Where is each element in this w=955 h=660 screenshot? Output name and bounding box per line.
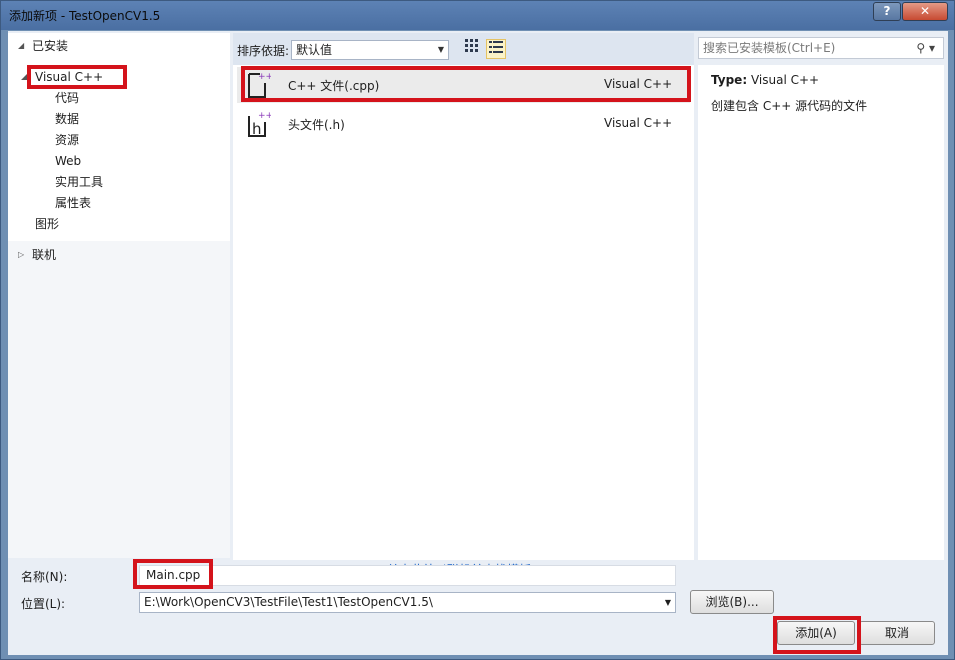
template-language: Visual C++ (604, 116, 673, 130)
template-type: Type: Visual C++ (711, 73, 819, 87)
dropdown-arrow-icon: ▼ (437, 45, 444, 54)
tree-item-label: Visual C++ (35, 70, 104, 84)
expand-triangle-icon[interactable]: ▷ (18, 245, 24, 265)
tree-item-property-sheet[interactable]: 属性表 (55, 193, 91, 213)
tree-item-code[interactable]: 代码 (55, 88, 79, 108)
category-tree: ◢ 已安装 ◢ Visual C++ 代码 数据 资源 Web 实用工具 属性表… (8, 33, 230, 558)
template-details-panel: Type: Visual C++ 创建包含 C++ 源代码的文件 (698, 65, 944, 560)
title-bar: 添加新项 - TestOpenCV1.5 ? ✕ (1, 1, 954, 30)
template-search-input[interactable]: 搜索已安装模板(Ctrl+E) ⚲ ▾ (698, 37, 944, 59)
search-icon[interactable]: ⚲ ▾ (916, 38, 935, 58)
dialog-body: ◢ 已安装 ◢ Visual C++ 代码 数据 资源 Web 实用工具 属性表… (8, 31, 948, 655)
svg-text:++: ++ (258, 111, 271, 121)
name-field[interactable]: Main.cpp (139, 565, 676, 586)
location-value: E:\Work\OpenCV3\TestFile\Test1\TestOpenC… (144, 595, 433, 609)
location-combo[interactable]: E:\Work\OpenCV3\TestFile\Test1\TestOpenC… (139, 592, 676, 613)
collapse-triangle-icon[interactable]: ◢ (21, 67, 27, 87)
installed-section: ◢ 已安装 ◢ Visual C++ 代码 数据 资源 Web 实用工具 属性表… (8, 33, 230, 241)
small-icons-view-icon[interactable] (462, 39, 482, 59)
sort-dropdown[interactable]: 默认值 ▼ (291, 40, 449, 60)
header-file-icon: h ++ (248, 111, 271, 138)
tree-item-data[interactable]: 数据 (55, 109, 79, 129)
collapse-triangle-icon[interactable]: ◢ (18, 36, 24, 56)
tree-item-resource[interactable]: 资源 (55, 130, 79, 150)
name-label: 名称(N): (21, 570, 68, 584)
window-title: 添加新项 - TestOpenCV1.5 (9, 9, 161, 23)
sort-toolbar: 排序依据: 默认值 ▼ (233, 33, 694, 65)
add-new-item-dialog: 添加新项 - TestOpenCV1.5 ? ✕ ◢ 已安装 ◢ Visual … (0, 0, 955, 660)
sort-label: 排序依据: (237, 44, 290, 58)
browse-button[interactable]: 浏览(B)... (690, 590, 774, 614)
search-placeholder: 搜索已安装模板(Ctrl+E) (703, 41, 836, 55)
tree-item-graphics[interactable]: 图形 (35, 214, 59, 234)
template-list: ++ C++ 文件(.cpp) Visual C++ h ++ 头文件(.h) … (233, 65, 694, 577)
tree-item-web[interactable]: Web (55, 151, 81, 171)
cancel-button[interactable]: 取消 (859, 621, 935, 645)
template-language: Visual C++ (604, 77, 673, 91)
type-value: Visual C++ (750, 73, 820, 87)
template-item-cpp[interactable]: ++ C++ 文件(.cpp) Visual C++ (237, 67, 690, 103)
template-name: 头文件(.h) (288, 118, 345, 132)
template-name: C++ 文件(.cpp) (288, 79, 380, 93)
cpp-file-icon: ++ (248, 72, 271, 98)
tree-item-label: 已安装 (32, 39, 69, 53)
add-button[interactable]: 添加(A) (777, 621, 855, 645)
list-view-icon[interactable] (486, 39, 506, 59)
sort-value: 默认值 (296, 43, 333, 57)
type-label: Type: (711, 73, 748, 87)
close-button[interactable]: ✕ (902, 2, 948, 21)
tree-item-utility[interactable]: 实用工具 (55, 172, 103, 192)
help-button[interactable]: ? (873, 2, 901, 21)
dropdown-arrow-icon[interactable]: ▼ (665, 593, 671, 612)
location-label: 位置(L): (21, 597, 66, 611)
template-description: 创建包含 C++ 源代码的文件 (711, 99, 868, 113)
svg-text:++: ++ (258, 72, 271, 82)
tree-item-label: 联机 (32, 248, 57, 262)
svg-text:h: h (252, 120, 262, 138)
template-item-header[interactable]: h ++ 头文件(.h) Visual C++ (237, 106, 690, 142)
